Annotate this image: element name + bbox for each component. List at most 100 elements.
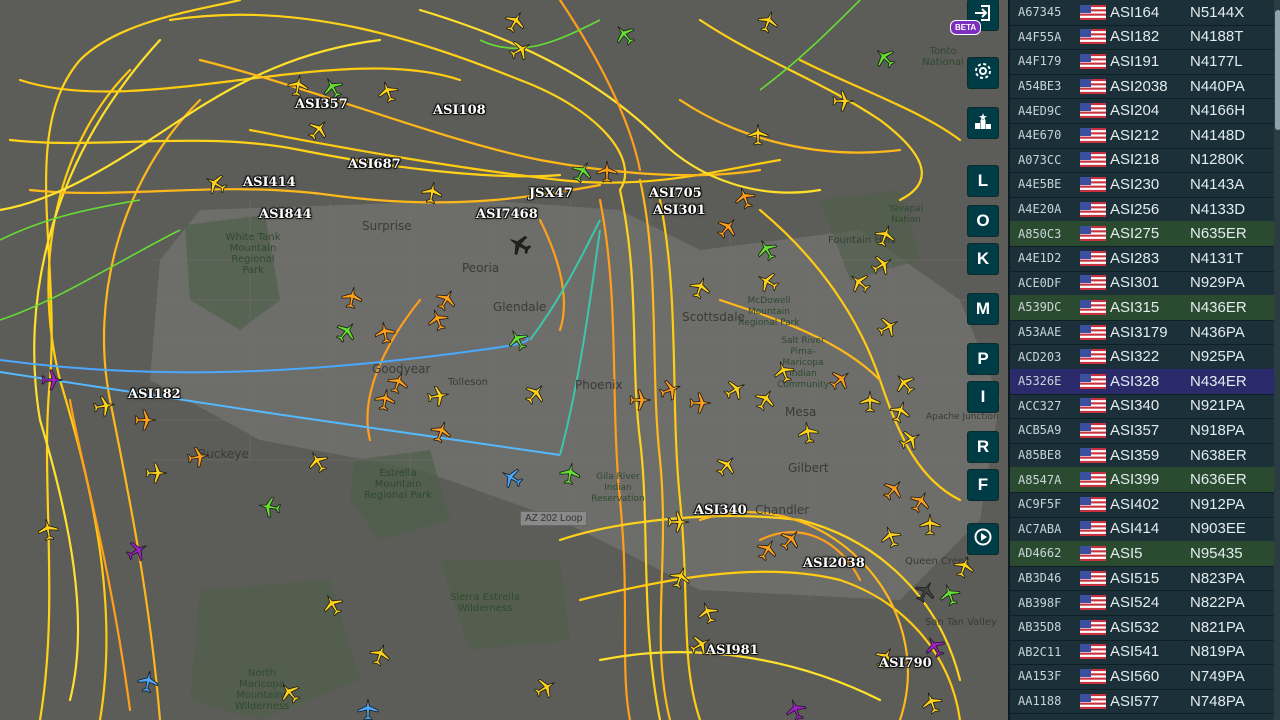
flight-label[interactable]: ASI790	[879, 656, 932, 671]
table-row[interactable]: AB3D46 ASI515 N823PA	[1010, 566, 1274, 592]
us-flag-icon	[1080, 78, 1106, 94]
table-row[interactable]: AC7ABA ASI414 N903EE	[1010, 517, 1274, 543]
registration: N635ER	[1190, 225, 1247, 243]
aircraft-icon[interactable]	[556, 460, 584, 488]
aircraft-icon[interactable]	[794, 419, 822, 447]
city-label: Gilbert	[788, 461, 829, 475]
table-row[interactable]: A4ED9C ASI204 N4166H	[1010, 98, 1274, 124]
table-row[interactable]: A4F55A ASI182 N4188T	[1010, 25, 1274, 51]
callsign: ASI414	[1110, 520, 1160, 538]
callsign: ASI5	[1110, 544, 1143, 562]
table-row[interactable]: AA153F ASI560 N749PA	[1010, 664, 1274, 690]
flight-label[interactable]: ASI108	[433, 103, 486, 118]
registration: N749PA	[1190, 667, 1245, 685]
table-row[interactable]: AA1188 ASI577 N748PA	[1010, 689, 1274, 715]
aircraft-icon[interactable]	[34, 516, 62, 544]
aircraft-icon[interactable]	[356, 698, 380, 720]
table-row[interactable]: AD4662 ASI5 N95435	[1010, 541, 1274, 567]
flight-label[interactable]: ASI340	[694, 503, 747, 518]
us-flag-icon	[1080, 472, 1106, 488]
table-row[interactable]: A85BE8 ASI359 N638ER	[1010, 443, 1274, 469]
flight-label[interactable]: ASI687	[348, 157, 401, 172]
flight-label[interactable]: ASI301	[653, 203, 706, 218]
us-flag-icon	[1080, 103, 1106, 119]
hex-code: AC7ABA	[1018, 521, 1062, 536]
registration: N918PA	[1190, 421, 1245, 439]
layer-button-k[interactable]: K	[968, 244, 998, 274]
table-row[interactable]: ACB5A9 ASI357 N918PA	[1010, 418, 1274, 444]
aircraft-icon[interactable]	[40, 368, 64, 392]
aircraft-icon[interactable]	[831, 89, 855, 113]
aircraft-icon[interactable]	[256, 493, 284, 521]
registration: N440PA	[1190, 77, 1245, 95]
table-row[interactable]: ACC327 ASI340 N921PA	[1010, 394, 1274, 420]
replay-button[interactable]	[968, 524, 998, 554]
layer-button-r[interactable]: R	[968, 432, 998, 462]
flight-map[interactable]: Surprise Peoria Glendale Scottsdale Phoe…	[0, 0, 1008, 720]
aircraft-icon[interactable]	[424, 382, 452, 410]
aircraft-icon[interactable]	[184, 443, 212, 471]
table-row[interactable]: A54BE3 ASI2038 N440PA	[1010, 74, 1274, 100]
aircraft-icon[interactable]	[918, 513, 942, 537]
table-row[interactable]: AB398F ASI524 N822PA	[1010, 590, 1274, 616]
aircraft-icon[interactable]	[688, 391, 712, 415]
leaderboard-button[interactable]	[968, 108, 998, 138]
table-row[interactable]: A850C3 ASI275 N635ER	[1010, 221, 1274, 247]
table-row[interactable]: A5326E ASI328 N434ER	[1010, 369, 1274, 395]
flight-label[interactable]: ASI705	[649, 186, 702, 201]
callsign: ASI301	[1110, 274, 1160, 292]
flight-label[interactable]: ASI981	[706, 643, 759, 658]
aircraft-icon[interactable]	[666, 510, 690, 534]
registration: N748PA	[1190, 692, 1245, 710]
aircraft-icon[interactable]	[144, 461, 168, 485]
aircraft-icon[interactable]	[418, 179, 446, 207]
table-scrollbar[interactable]	[1274, 0, 1280, 720]
flight-label[interactable]: ASI2038	[803, 556, 865, 571]
settings-button[interactable]	[968, 58, 998, 88]
table-row[interactable]: A4E5BE ASI230 N4143A	[1010, 172, 1274, 198]
table-row[interactable]: ACD203 ASI322 N925PA	[1010, 344, 1274, 370]
table-row[interactable]: A539DC ASI315 N436ER	[1010, 295, 1274, 321]
aircraft-icon[interactable]	[133, 408, 157, 432]
layer-button-p[interactable]: P	[968, 344, 998, 374]
us-flag-icon	[1080, 29, 1106, 45]
table-row[interactable]: A073CC ASI218 N1280K	[1010, 148, 1274, 174]
aircraft-icon[interactable]	[284, 72, 312, 100]
table-row[interactable]: ACE0DF ASI301 N929PA	[1010, 271, 1274, 297]
aircraft-icon[interactable]	[371, 386, 399, 414]
hex-code: AA1188	[1018, 694, 1062, 709]
table-row[interactable]: A67345 ASI164 N5144X	[1010, 0, 1274, 26]
table-row[interactable]: A4E1D2 ASI283 N4131T	[1010, 246, 1274, 272]
layer-button-l[interactable]: L	[968, 166, 998, 196]
layer-button-m[interactable]: M	[968, 294, 998, 324]
aircraft-icon[interactable]	[371, 319, 399, 347]
aircraft-icon[interactable]	[90, 392, 118, 420]
aircraft-icon[interactable]	[338, 284, 366, 312]
aircraft-icon[interactable]	[628, 388, 652, 412]
table-row[interactable]: AB35D8 ASI532 N821PA	[1010, 615, 1274, 641]
flight-label[interactable]: ASI7468	[476, 207, 538, 222]
layer-button-o[interactable]: O	[968, 206, 998, 236]
hex-code: ACE0DF	[1018, 275, 1062, 290]
aircraft-icon[interactable]	[595, 160, 619, 184]
table-row[interactable]: A4E20A ASI256 N4133D	[1010, 197, 1274, 223]
flight-label[interactable]: ASI357	[295, 97, 348, 112]
table-row[interactable]: A8547A ASI399 N636ER	[1010, 467, 1274, 493]
flight-label[interactable]: ASI182	[128, 387, 181, 402]
flight-label[interactable]: JSX47	[529, 186, 573, 201]
hex-code: ACB5A9	[1018, 423, 1062, 438]
aircraft-table[interactable]: A67345 ASI164 N5144X A4F55A ASI182 N4188T A4F1…	[1008, 0, 1280, 720]
layer-button-f[interactable]: F	[968, 470, 998, 500]
flight-label[interactable]: ASI414	[243, 175, 296, 190]
aircraft-icon[interactable]	[746, 123, 770, 147]
flight-label[interactable]: ASI844	[259, 207, 312, 222]
table-row[interactable]: AC9F5F ASI402 N912PA	[1010, 492, 1274, 518]
table-row[interactable]: AB2C11 ASI541 N819PA	[1010, 640, 1274, 666]
table-row[interactable]: A53AAE ASI3179 N436PA	[1010, 320, 1274, 346]
aircraft-icon[interactable]	[858, 390, 882, 414]
table-row[interactable]: A4F179 ASI191 N4177L	[1010, 49, 1274, 75]
table-row[interactable]: A4E670 ASI212 N4148D	[1010, 123, 1274, 149]
aircraft-icon[interactable]	[134, 668, 162, 696]
scrollbar-thumb[interactable]	[1275, 10, 1280, 130]
layer-button-i[interactable]: I	[968, 382, 998, 412]
